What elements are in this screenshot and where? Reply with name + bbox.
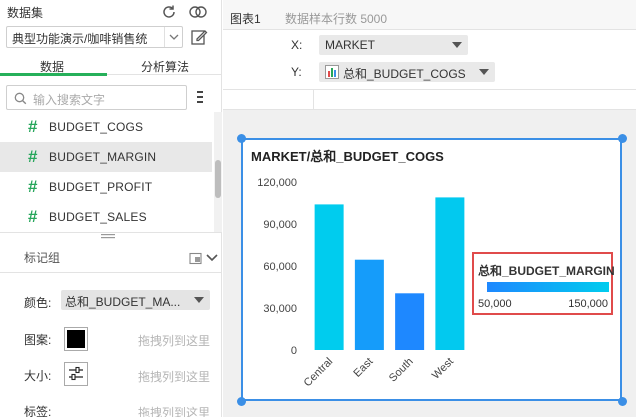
color-select-value: 总和_BUDGET_MA... [65, 295, 181, 309]
y-tick-label: 30,000 [263, 303, 297, 315]
x-tick-label: South [387, 356, 416, 385]
pattern-label: 图案: [24, 333, 52, 347]
x-tick-label: East [351, 356, 375, 380]
numeric-field-icon: # [28, 177, 38, 196]
numeric-field-icon: # [28, 207, 38, 226]
divider [313, 90, 314, 110]
numeric-field-icon: # [28, 147, 38, 166]
dataset-select-value: 典型功能演示/咖啡销售统 [12, 32, 148, 46]
dropdown-arrow-icon [479, 69, 489, 75]
tab-active-indicator [0, 73, 107, 76]
color-label: 颜色: [24, 296, 52, 310]
chart-canvas[interactable]: MARKET/总和_BUDGET_COGS 0 30,000 60,000 90,000… [241, 138, 622, 401]
legend-gradient-bar [487, 282, 609, 292]
bar-south [395, 293, 425, 350]
bar-chart-icon [325, 65, 339, 79]
color-legend[interactable]: 总和_BUDGET_MARGIN 50,000 150,000 [472, 252, 615, 315]
field-list-scrollbar[interactable] [214, 112, 222, 232]
tab-algorithm[interactable]: 分析算法 [141, 58, 189, 75]
panel-splitter[interactable] [0, 232, 222, 240]
x-tick-label: West [430, 356, 456, 382]
edit-icon[interactable] [188, 26, 210, 48]
pattern-drop-hint[interactable]: 拖拽列到这里 [138, 332, 210, 349]
resize-handle[interactable] [237, 397, 246, 406]
resize-handle[interactable] [237, 134, 246, 143]
resize-handle[interactable] [618, 397, 627, 406]
y-tick-label: 60,000 [263, 261, 297, 273]
chart-name[interactable]: 图表1 [230, 10, 261, 27]
size-slider-icon [69, 366, 83, 381]
x-tick-label: Central [302, 356, 336, 390]
y-axis-label: Y: [291, 65, 302, 79]
field-item[interactable]: # BUDGET_PROFIT [0, 172, 212, 202]
tag-drop-hint[interactable]: 拖拽列到这里 [138, 404, 210, 417]
size-drop-hint[interactable]: 拖拽列到这里 [138, 368, 210, 385]
y-tick-label: 0 [291, 345, 297, 357]
divider [223, 89, 636, 90]
marks-header: 标记组 [0, 244, 222, 270]
field-item[interactable]: # BUDGET_SALES [0, 202, 212, 232]
y-tick-label: 120,000 [257, 177, 297, 189]
chart-editor: 图表1 数据样本行数 5000 X: MARKET Y: 总和_BUDGET_C… [223, 0, 636, 417]
tab-divider [107, 74, 222, 75]
chevron-down-icon[interactable] [205, 252, 219, 264]
size-control[interactable] [64, 362, 88, 386]
numeric-field-icon: # [28, 117, 38, 136]
search-input[interactable]: 输入搜索文字 [33, 91, 105, 108]
x-axis-label: X: [291, 38, 303, 52]
bar-west [435, 197, 465, 350]
dataset-link-icon[interactable] [187, 3, 209, 21]
tag-label: 标签: [24, 405, 52, 417]
field-name: BUDGET_SALES [49, 210, 147, 224]
dropdown-arrow-icon [452, 42, 462, 48]
sample-count: 数据样本行数 5000 [285, 12, 388, 26]
color-select[interactable]: 总和_BUDGET_MA... [61, 290, 210, 310]
tag-icon[interactable] [188, 251, 202, 265]
field-name: BUDGET_COGS [49, 120, 144, 134]
field-name: BUDGET_MARGIN [49, 150, 157, 164]
dataset-title: 数据集 [7, 6, 44, 20]
size-label: 大小: [24, 369, 52, 383]
axis-binding-pane: X: MARKET Y: 总和_BUDGET_COGS [223, 30, 636, 110]
legend-max: 150,000 [568, 298, 608, 310]
scrollbar-thumb[interactable] [215, 160, 221, 198]
splitter-grip-icon [101, 234, 115, 239]
left-panel: 数据集 典型功能演示/咖啡销售统 数据 分析算法 输入搜索文字 # BUDGET… [0, 0, 222, 417]
bar-east [354, 259, 384, 350]
dataset-header: 数据集 [0, 0, 222, 24]
x-axis-select[interactable]: MARKET [319, 35, 468, 55]
field-item-selected[interactable]: # BUDGET_MARGIN [0, 142, 212, 172]
field-item[interactable]: # BUDGET_COGS [0, 112, 212, 142]
refresh-icon[interactable] [160, 3, 178, 21]
chart-title: MARKET/总和_BUDGET_COGS [251, 149, 444, 164]
legend-min: 50,000 [478, 298, 512, 310]
field-list: # BUDGET_COGS # BUDGET_MARGIN # BUDGET_P… [0, 112, 222, 232]
search-field[interactable]: 输入搜索文字 [6, 85, 187, 110]
y-axis-value: 总和_BUDGET_COGS [343, 67, 466, 81]
y-tick-label: 90,000 [263, 219, 297, 231]
bar-central [314, 204, 344, 350]
more-menu-icon[interactable] [194, 89, 206, 105]
chevron-down-icon[interactable] [164, 27, 182, 47]
pattern-swatch[interactable] [64, 327, 88, 351]
y-axis-select[interactable]: 总和_BUDGET_COGS [319, 62, 495, 82]
resize-handle[interactable] [618, 134, 627, 143]
dataset-select[interactable]: 典型功能演示/咖啡销售统 [6, 26, 183, 48]
search-icon [13, 91, 27, 105]
pattern-fill [67, 330, 85, 348]
marks-title: 标记组 [24, 251, 61, 265]
field-name: BUDGET_PROFIT [49, 180, 153, 194]
chart-header: 图表1 数据样本行数 5000 [223, 0, 636, 30]
x-axis-value: MARKET [325, 38, 376, 52]
legend-title: 总和_BUDGET_MARGIN [478, 264, 615, 278]
divider [0, 272, 222, 273]
dropdown-arrow-icon [194, 296, 204, 304]
